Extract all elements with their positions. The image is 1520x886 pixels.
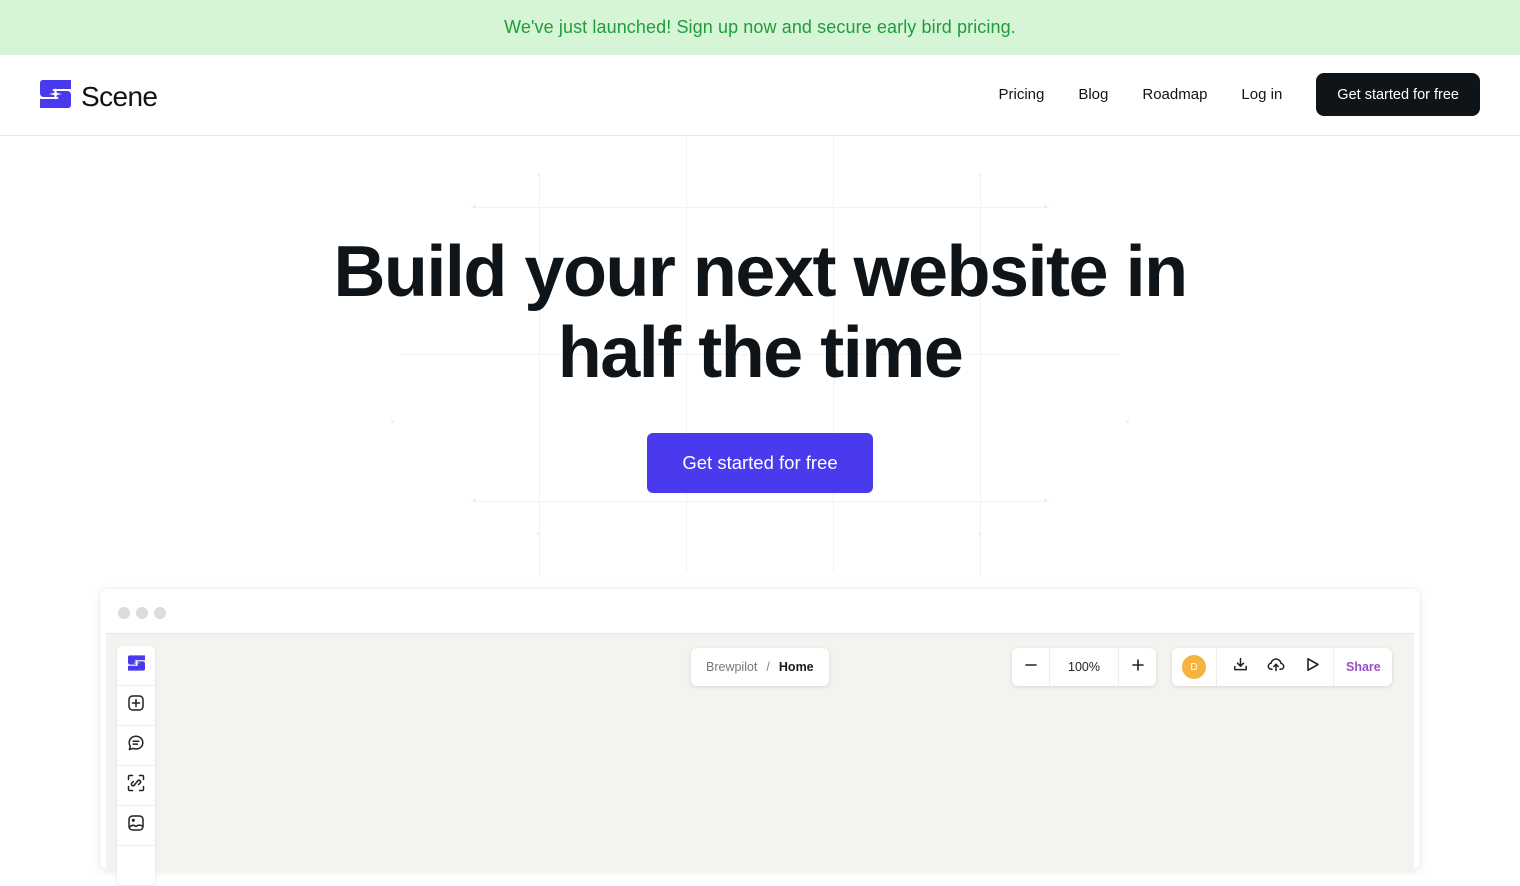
grid-dot [978, 532, 981, 535]
grid-dot [473, 205, 476, 208]
hero-get-started-button[interactable]: Get started for free [647, 433, 873, 493]
preview-button[interactable] [1299, 654, 1325, 680]
hero-section: Build your next website in half the time… [0, 136, 1520, 586]
editor-canvas[interactable]: Brewpilot / Home 100% D Share [106, 633, 1414, 886]
grid-dot [391, 420, 394, 423]
cloud-upload-icon [1267, 657, 1285, 677]
link-scan-icon [127, 774, 145, 797]
zoom-in-button[interactable] [1119, 648, 1156, 686]
top-navigation: Scene Pricing Blog Roadmap Log in Get st… [0, 55, 1520, 136]
tool-more[interactable] [117, 846, 155, 886]
app-preview-window: Brewpilot / Home 100% D Share [100, 589, 1420, 886]
window-minimize-dot [136, 607, 148, 619]
breadcrumb-separator: / [766, 660, 770, 674]
window-maximize-dot [154, 607, 166, 619]
tool-link[interactable] [117, 766, 155, 806]
hero-headline-line-1: Build your next website in [333, 232, 1188, 312]
action-icons [1217, 648, 1334, 686]
nav-link-login[interactable]: Log in [1241, 86, 1282, 103]
brand-name: Scene [81, 80, 158, 112]
user-avatar[interactable]: D [1182, 655, 1206, 679]
scene-logo-icon [40, 80, 71, 113]
grid-dot [1044, 499, 1047, 502]
tool-rail [117, 646, 155, 886]
nav-links: Pricing Blog Roadmap Log in Get started … [998, 73, 1480, 116]
minus-icon [1024, 658, 1038, 677]
download-button[interactable] [1227, 654, 1253, 680]
tool-add[interactable] [117, 686, 155, 726]
grid-dot [537, 532, 540, 535]
grid-dot [978, 173, 981, 176]
nav-link-pricing[interactable]: Pricing [998, 86, 1044, 103]
editor-actions: D Share [1172, 648, 1392, 686]
grid-line [470, 501, 1050, 502]
tool-image[interactable] [117, 806, 155, 846]
hero-headline-line-2: half the time [557, 313, 964, 393]
announcement-text: We've just launched! Sign up now and sec… [504, 17, 1016, 37]
zoom-controls: 100% [1012, 648, 1156, 686]
tool-comment[interactable] [117, 726, 155, 766]
grid-dot [537, 173, 540, 176]
zoom-level[interactable]: 100% [1049, 648, 1119, 686]
download-icon [1233, 657, 1248, 677]
collaborators: D [1172, 648, 1217, 686]
comment-icon [127, 734, 145, 757]
play-icon [1305, 657, 1320, 677]
share-button[interactable]: Share [1334, 648, 1392, 686]
grid-dot [1126, 420, 1129, 423]
add-square-icon [127, 694, 145, 717]
brand-logo-link[interactable]: Scene [40, 80, 158, 113]
nav-get-started-button[interactable]: Get started for free [1316, 73, 1480, 116]
breadcrumb-current-page[interactable]: Home [779, 660, 814, 674]
tool-scene-home[interactable] [117, 646, 155, 686]
nav-link-blog[interactable]: Blog [1078, 86, 1108, 103]
publish-button[interactable] [1263, 654, 1289, 680]
zoom-out-button[interactable] [1012, 648, 1049, 686]
scene-logo-icon [127, 655, 145, 676]
window-controls [118, 607, 166, 619]
grid-dot [473, 499, 476, 502]
image-icon [127, 814, 145, 837]
window-close-dot [118, 607, 130, 619]
page-breadcrumb: Brewpilot / Home [691, 648, 829, 686]
breadcrumb-project[interactable]: Brewpilot [706, 660, 757, 674]
grid-line [470, 207, 1050, 208]
nav-link-roadmap[interactable]: Roadmap [1142, 86, 1207, 103]
plus-icon [1131, 658, 1145, 677]
grid-dot [1044, 205, 1047, 208]
hero-headline: Build your next website in half the time [0, 232, 1520, 394]
announcement-banner: We've just launched! Sign up now and sec… [0, 0, 1520, 55]
